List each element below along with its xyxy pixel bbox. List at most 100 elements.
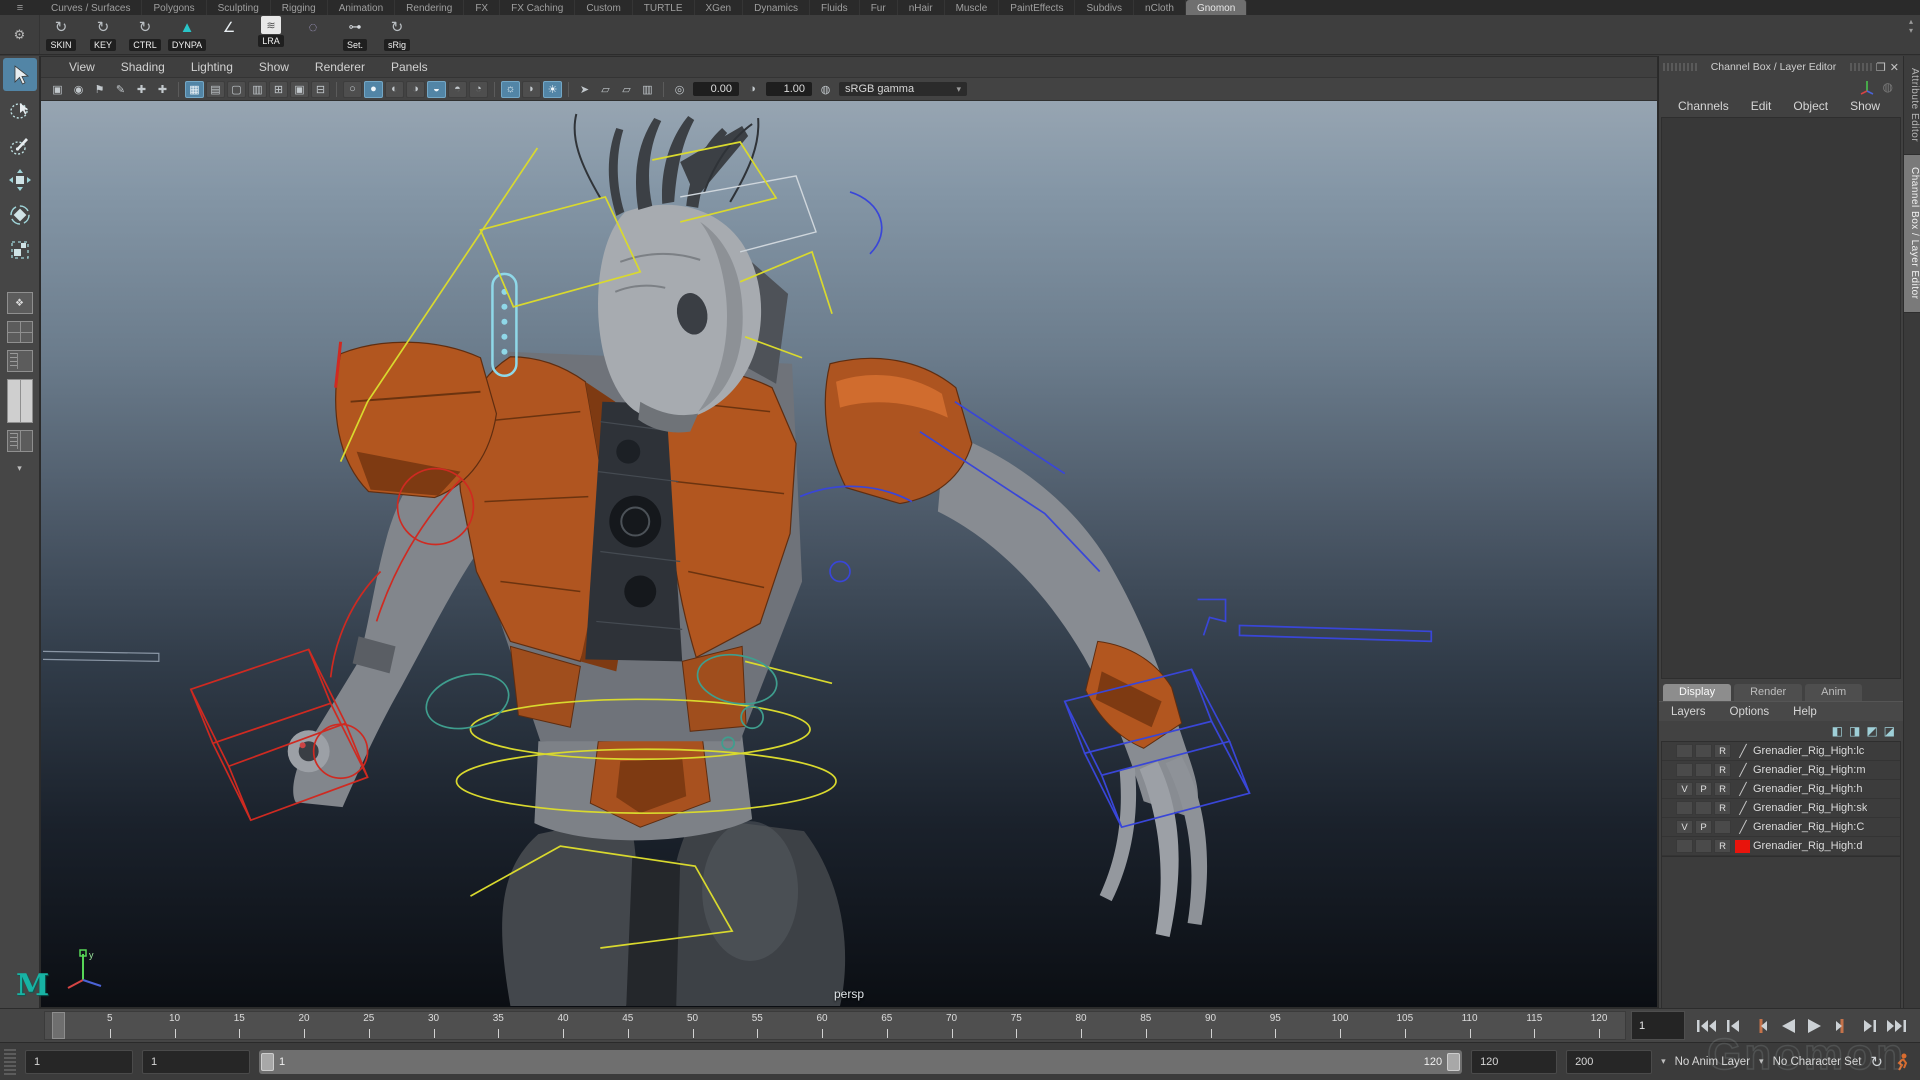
layer-editor-tab[interactable]: Anim [1805,684,1862,701]
animation-end-field[interactable]: 200 [1566,1050,1652,1074]
layer-display-type-toggle[interactable]: R [1714,744,1731,758]
play-forward-button[interactable] [1803,1016,1827,1036]
layer-editor-menu[interactable]: Layers [1659,706,1718,718]
layer-editor-tab[interactable]: Display [1663,684,1731,701]
shelf-tab[interactable]: Dynamics [743,0,810,15]
viewport-menu[interactable]: Show [247,60,301,74]
shelf-tab[interactable]: XGen [695,0,744,15]
range-start-handle[interactable] [261,1053,274,1071]
select-tool[interactable] [3,58,37,91]
sidebar-vertical-tab[interactable]: Channel Box / Layer Editor [1904,155,1920,313]
layer-display-type-toggle[interactable]: R [1714,782,1731,796]
shelf-tab[interactable]: PaintEffects [999,0,1075,15]
go-to-start-button[interactable] [1695,1016,1719,1036]
snap-axis-icon[interactable]: ✚ [132,81,151,98]
image-plane-icon[interactable]: ▱ [596,81,615,98]
exposure-field[interactable]: 0.00 [693,82,739,96]
layer-row[interactable]: R ╱ Grenadier_Rig_High:m [1662,761,1900,780]
bookmark-icon[interactable]: ⚑ [90,81,109,98]
all-lights-icon[interactable]: ◗ [522,81,541,98]
layer-display-type-toggle[interactable]: R [1714,763,1731,777]
shelf-tab[interactable]: Fluids [810,0,860,15]
layer-display-type-toggle[interactable]: R [1714,839,1731,853]
move-tool[interactable] [3,163,37,196]
gamma-field[interactable]: 1.00 [766,82,812,96]
shelf-button[interactable]: ∠ [208,16,250,38]
layer-visibility-toggle[interactable] [1676,839,1693,853]
panel-grip[interactable] [1663,63,1697,71]
go-to-end-button[interactable] [1884,1016,1908,1036]
channel-box-menu[interactable]: Object [1782,99,1839,113]
character-set-dropdown[interactable]: No Character Set [1773,1056,1862,1068]
layer-row[interactable]: R ╱ Grenadier_Rig_High:sk [1662,799,1900,818]
paint-select-tool[interactable] [3,128,37,161]
field-chart-icon[interactable]: ⊞ [269,81,288,98]
shelf-button[interactable]: ↻ KEY [82,16,124,51]
viewport-menu[interactable]: Lighting [179,60,245,74]
layer-row[interactable]: R ╱ Grenadier_Rig_High:d [1662,837,1900,856]
grid-toggle-icon[interactable]: ▦ [185,81,204,98]
shelf-tab[interactable]: Animation [328,0,395,15]
range-end-handle[interactable] [1447,1053,1460,1071]
shelf-button[interactable]: ⊶ Set. [334,16,376,51]
wireframe-icon[interactable]: ○ [343,81,362,98]
layer-playback-toggle[interactable] [1695,763,1712,777]
layout-two-pane-button[interactable] [7,379,33,423]
current-frame-field[interactable]: 1 [1631,1011,1685,1040]
layer-visibility-toggle[interactable] [1676,763,1693,777]
shelf-tab[interactable]: Rigging [271,0,328,15]
step-forward-frame-button[interactable] [1857,1016,1881,1036]
layout-four-pane-button[interactable] [7,321,33,343]
safe-action-icon[interactable]: ▣ [290,81,309,98]
new-empty-layer-icon[interactable]: ◧ [1832,724,1843,738]
sequence-icon[interactable]: ▱ [617,81,636,98]
flat-shade-icon[interactable]: ◐ [385,81,404,98]
shelf-button[interactable]: ◌ [292,16,334,38]
exposure-icon[interactable]: ◎ [670,81,689,98]
layout-graph-persp-button[interactable] [7,430,33,452]
channel-box-empty-area[interactable] [1661,117,1901,679]
chevron-down-icon[interactable]: ▾ [1759,1056,1764,1067]
layer-row[interactable]: V P ╱ Grenadier_Rig_High:C [1662,818,1900,837]
xray-icon[interactable]: ◔ [469,81,488,98]
shelf-tab[interactable]: Subdivs [1075,0,1134,15]
shelf-button[interactable]: ↻ SKIN [40,16,82,51]
shelf-button[interactable]: ▲ DYNPA [166,16,208,51]
animation-start-field[interactable]: 1 [25,1050,133,1074]
shelf-tab[interactable]: Curves / Surfaces [40,0,142,15]
view-transform-dropdown[interactable]: sRGB gamma ▾ [839,82,967,96]
layer-visibility-toggle[interactable]: V [1676,782,1693,796]
camera-aim-icon[interactable]: ◉ [69,81,88,98]
screen-ao-icon[interactable]: ▥ [638,81,657,98]
shelf-collapse-arrows-icon[interactable]: ▴▾ [1904,17,1918,35]
film-gate-icon[interactable]: ▤ [206,81,225,98]
layout-more-arrow-icon[interactable]: ▾ [17,463,22,474]
isolate-select-icon[interactable]: ➤ [575,81,594,98]
viewport-menu[interactable]: View [57,60,107,74]
playback-start-field[interactable]: 1 [142,1050,250,1074]
layer-playback-toggle[interactable]: P [1695,820,1712,834]
bounding-box-icon[interactable]: ◑ [406,81,425,98]
new-layer-selected-icon[interactable]: ◨ [1849,724,1860,738]
layer-playback-toggle[interactable]: P [1695,782,1712,796]
channel-box-menu[interactable]: Edit [1740,99,1783,113]
layer-editor-menu[interactable]: Help [1781,706,1829,718]
shelf-tab[interactable]: Polygons [142,0,206,15]
resolution-gate-icon[interactable]: ▢ [227,81,246,98]
step-forward-key-button[interactable] [1830,1016,1854,1036]
shelf-tab[interactable]: FX Caching [500,0,575,15]
contrast-icon[interactable]: ◑ [743,81,762,98]
smooth-shade-icon[interactable]: ● [364,81,383,98]
animation-preferences-icon[interactable] [1892,1052,1912,1072]
timeline-ruler[interactable]: 5101520253035404550556065707580859095100… [44,1011,1626,1040]
layer-display-type-toggle[interactable]: R [1714,801,1731,815]
movie-camera-icon[interactable]: ▣ [48,81,67,98]
layer-playback-toggle[interactable] [1695,801,1712,815]
layer-editor-menu[interactable]: Options [1718,706,1782,718]
viewport-menu[interactable]: Panels [379,60,440,74]
layout-outliner-persp-button[interactable] [7,350,33,372]
auto-keyframe-toggle-icon[interactable]: ↻ [1870,1053,1883,1071]
default-light-icon[interactable]: ☼ [501,81,520,98]
step-back-key-button[interactable] [1749,1016,1773,1036]
gate-mask-icon[interactable]: ▥ [248,81,267,98]
